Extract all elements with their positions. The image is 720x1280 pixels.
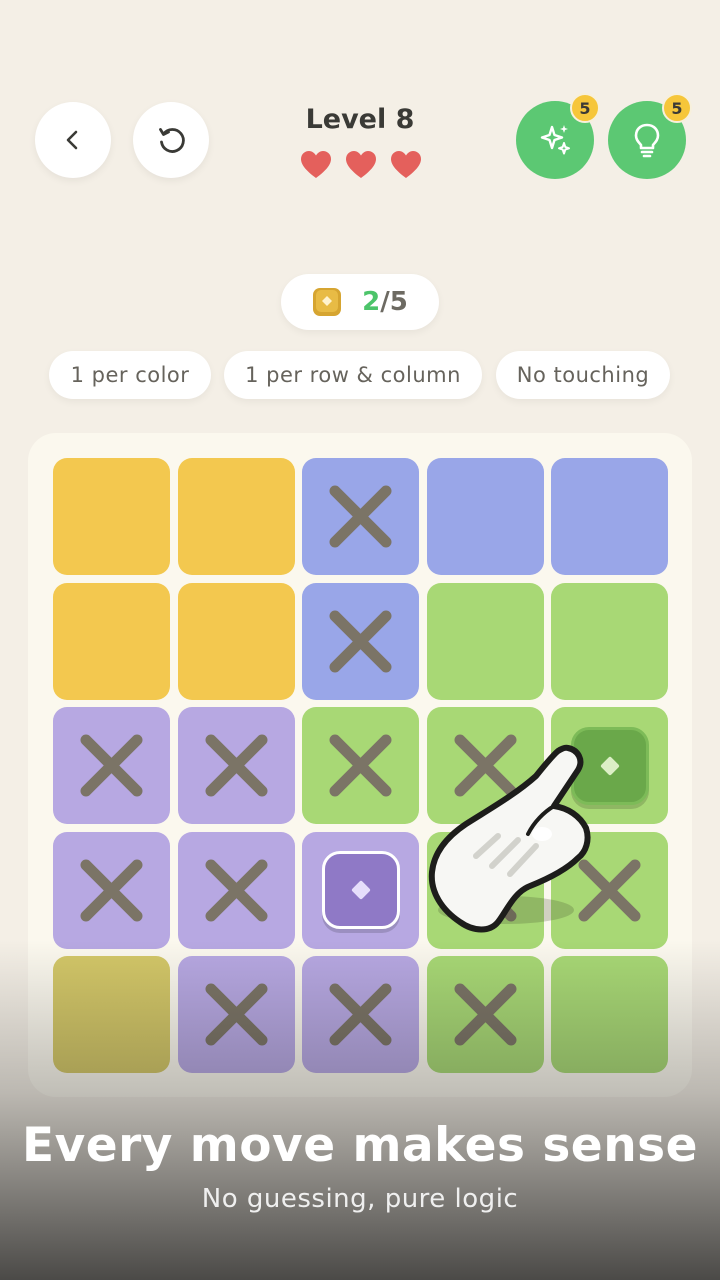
progress-current: 2 [362, 287, 381, 317]
lives-hearts [300, 150, 422, 182]
diamond-icon [351, 880, 370, 900]
board-cell[interactable] [177, 458, 295, 575]
x-mark-icon [205, 734, 267, 797]
x-mark-icon [80, 734, 143, 797]
x-mark-icon [205, 859, 267, 921]
x-mark-icon [329, 610, 392, 672]
magic-powerup-button[interactable]: 5 [516, 93, 600, 179]
sparkles-icon [540, 125, 570, 155]
rule-one-per-row-column: 1 per row & column [224, 351, 482, 399]
board-cell[interactable] [551, 956, 668, 1073]
gold-gem-icon [313, 288, 342, 316]
rule-one-per-color: 1 per color [49, 351, 211, 399]
heart-icon [346, 151, 376, 178]
board-cell[interactable] [302, 707, 419, 824]
board-cell[interactable] [177, 582, 295, 700]
heart-icon [391, 151, 421, 178]
caption-headline: Every move makes sense [22, 1118, 698, 1173]
x-mark-icon [329, 734, 392, 797]
board-cell[interactable] [53, 831, 170, 949]
board-cell[interactable] [177, 956, 295, 1073]
progress-pill: 2/5 [281, 274, 439, 330]
board-cell[interactable] [53, 458, 170, 575]
magic-count-badge: 5 [570, 93, 600, 123]
progress-total: /5 [380, 287, 408, 317]
board-cell[interactable] [302, 831, 419, 949]
rule-no-touching: No touching [496, 351, 670, 399]
board-cell[interactable] [551, 458, 668, 575]
hint-count-badge: 5 [662, 93, 692, 123]
placed-gem-token[interactable] [321, 851, 400, 929]
x-mark-icon [329, 485, 392, 548]
board-cell[interactable] [426, 458, 544, 575]
board-cell[interactable] [302, 582, 419, 700]
progress-counter: 2/5 [362, 287, 408, 317]
board-cell[interactable] [177, 831, 295, 949]
heart-icon [301, 151, 331, 178]
tutorial-hand-pointer [428, 744, 591, 933]
board-cell[interactable] [426, 582, 544, 700]
board-cell[interactable] [53, 582, 170, 700]
x-mark-icon [205, 983, 267, 1046]
board-cell[interactable] [53, 956, 170, 1073]
board-cell[interactable] [426, 956, 544, 1073]
board-cell[interactable] [302, 956, 419, 1073]
board-cell[interactable] [551, 582, 668, 700]
caption-subtitle: No guessing, pure logic [201, 1184, 519, 1214]
board-cell[interactable] [302, 458, 419, 575]
x-mark-icon [80, 859, 143, 921]
board-cell[interactable] [177, 707, 295, 824]
x-mark-icon [454, 983, 516, 1046]
hint-powerup-button[interactable]: 5 [608, 93, 692, 179]
lightbulb-icon [634, 123, 660, 158]
board-cell[interactable] [53, 707, 170, 824]
x-mark-icon [329, 983, 392, 1046]
